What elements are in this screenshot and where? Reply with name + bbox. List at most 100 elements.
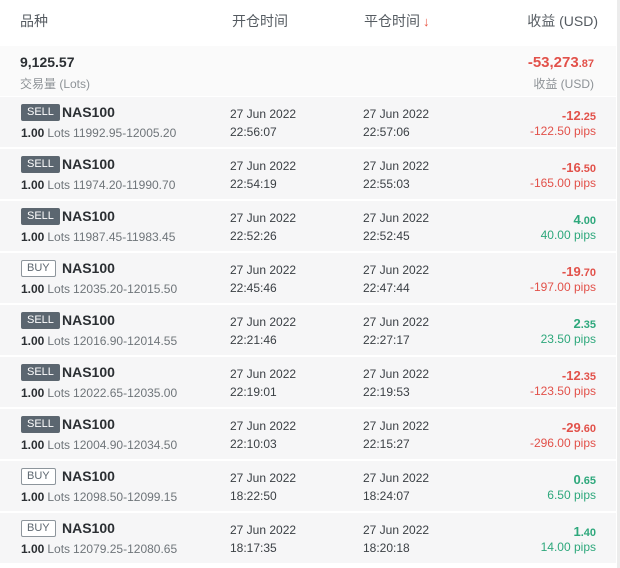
open-time: 22:10:03 [230,437,277,451]
close-date: 27 Jun 2022 [363,419,430,433]
trade-pips: 14.00 pips [540,540,596,554]
profit-main: -19 [561,264,581,279]
open-date: 27 Jun 2022 [230,315,297,329]
open-time: 22:54:19 [230,177,277,191]
trade-lots: 1.00 Lots 12022.65-12035.00 [21,386,177,400]
trade-lots: 1.00 Lots 12016.90-12014.55 [21,334,177,348]
lots-label: Lots [47,178,71,192]
trade-symbol: NAS100 [62,468,115,484]
trade-row[interactable]: SELL NAS100 1.00 Lots 11992.95-12005.20 27… [0,97,616,149]
total-profit-decimals: .87 [578,58,594,70]
close-time: 18:20:18 [363,541,410,555]
side-badge: BUY [21,468,56,485]
open-date: 27 Jun 2022 [230,367,297,381]
side-badge: SELL [21,364,60,381]
profit-decimals: .40 [580,527,596,539]
side-badge: SELL [21,312,60,329]
profit-main: 4 [573,212,581,227]
table-header: 品种 开仓时间 平仓时间 ↓ 收益 (USD) [0,0,620,40]
trade-profit: -12.35 [562,368,596,383]
trade-row[interactable]: BUY NAS100 1.00 Lots 12079.25-12080.65 27 … [0,513,616,565]
price-range: 12035.20-12015.50 [73,282,178,296]
trade-row[interactable]: SELL NAS100 1.00 Lots 11974.20-11990.70 27… [0,149,616,201]
trade-lots: 1.00 Lots 11974.20-11990.70 [21,178,175,192]
trade-symbol: NAS100 [62,520,115,536]
open-date: 27 Jun 2022 [230,107,297,121]
trade-symbol: NAS100 [62,312,115,328]
trade-row[interactable]: SELL NAS100 1.00 Lots 12016.90-12014.55 27… [0,305,616,357]
profit-main: 1 [573,524,581,539]
side-badge: BUY [21,260,56,277]
profit-main: -12 [561,108,581,123]
lot-size: 1.00 [21,542,45,556]
profit-main: -29 [561,420,581,435]
lots-label: Lots [47,334,71,348]
profit-decimals: .50 [580,163,596,175]
close-date: 27 Jun 2022 [363,315,430,329]
profit-decimals: .70 [580,267,596,279]
column-header-close-time[interactable]: 平仓时间 ↓ [364,11,430,31]
close-time: 22:55:03 [363,177,410,191]
trade-pips: 23.50 pips [540,332,596,346]
open-date: 27 Jun 2022 [230,523,297,537]
lot-size: 1.00 [21,126,45,140]
lot-size: 1.00 [21,438,45,452]
trade-lots: 1.00 Lots 12098.50-12099.15 [21,490,177,504]
trade-pips: 6.50 pips [547,488,596,502]
trade-row[interactable]: SELL NAS100 1.00 Lots 12004.90-12034.50 27… [0,409,616,461]
open-time: 22:52:26 [230,229,277,243]
lots-label: Lots [47,230,71,244]
total-profit: -53,273.87 [528,54,594,71]
price-range: 11992.95-12005.20 [73,126,177,140]
trade-pips: -122.50 pips [529,124,596,138]
profit-main: 0 [573,472,581,487]
trade-lots: 1.00 Lots 12079.25-12080.65 [21,542,177,556]
trade-profit: 1.40 [573,524,596,539]
column-header-profit[interactable]: 收益 (USD) [527,11,598,31]
sort-down-arrow-icon[interactable]: ↓ [423,14,430,29]
trade-symbol: NAS100 [62,260,115,276]
profit-decimals: .00 [580,215,596,227]
open-date: 27 Jun 2022 [230,419,297,433]
lot-size: 1.00 [21,386,45,400]
side-badge: SELL [21,156,60,173]
profit-main: -12 [561,368,581,383]
lots-label: Lots [47,282,71,296]
trade-lots: 1.00 Lots 11992.95-12005.20 [21,126,176,140]
column-header-symbol[interactable]: 品种 [20,11,48,31]
total-volume: 9,125.57 [20,54,75,70]
total-profit-main: -53,273 [527,54,579,71]
profit-decimals: .65 [580,475,596,487]
trade-pips: -165.00 pips [529,176,596,190]
trade-profit: 4.00 [573,212,596,227]
trade-row[interactable]: BUY NAS100 1.00 Lots 12098.50-12099.15 27 … [0,461,616,513]
profit-decimals: .35 [580,319,596,331]
column-header-open-time[interactable]: 开仓时间 [232,11,288,31]
price-range: 12016.90-12014.55 [73,334,178,348]
trade-list: SELL NAS100 1.00 Lots 11992.95-12005.20 27… [0,97,616,565]
close-date: 27 Jun 2022 [363,159,430,173]
profit-decimals: .60 [580,423,596,435]
close-time: 18:24:07 [363,489,410,503]
trade-symbol: NAS100 [62,208,115,224]
lots-label: Lots [47,386,71,400]
close-date: 27 Jun 2022 [363,523,430,537]
total-volume-label: 交易量 (Lots) [20,77,91,91]
close-date: 27 Jun 2022 [363,471,430,485]
trade-row[interactable]: BUY NAS100 1.00 Lots 12035.20-12015.50 27 … [0,253,616,305]
trade-pips: -296.00 pips [529,436,596,450]
trade-profit: 0.65 [573,472,596,487]
open-date: 27 Jun 2022 [230,159,297,173]
price-range: 12079.25-12080.65 [73,542,178,556]
lots-label: Lots [47,126,71,140]
close-date: 27 Jun 2022 [363,107,430,121]
close-date: 27 Jun 2022 [363,367,430,381]
trade-profit: -19.70 [562,264,596,279]
lots-label: Lots [47,490,71,504]
lots-label: Lots [47,438,71,452]
trade-symbol: NAS100 [62,104,115,120]
trade-row[interactable]: SELL NAS100 1.00 Lots 12022.65-12035.00 27… [0,357,616,409]
close-time: 22:27:17 [363,333,410,347]
trade-row[interactable]: SELL NAS100 1.00 Lots 11987.45-11983.45 27… [0,201,616,253]
profit-main: 2 [573,316,581,331]
